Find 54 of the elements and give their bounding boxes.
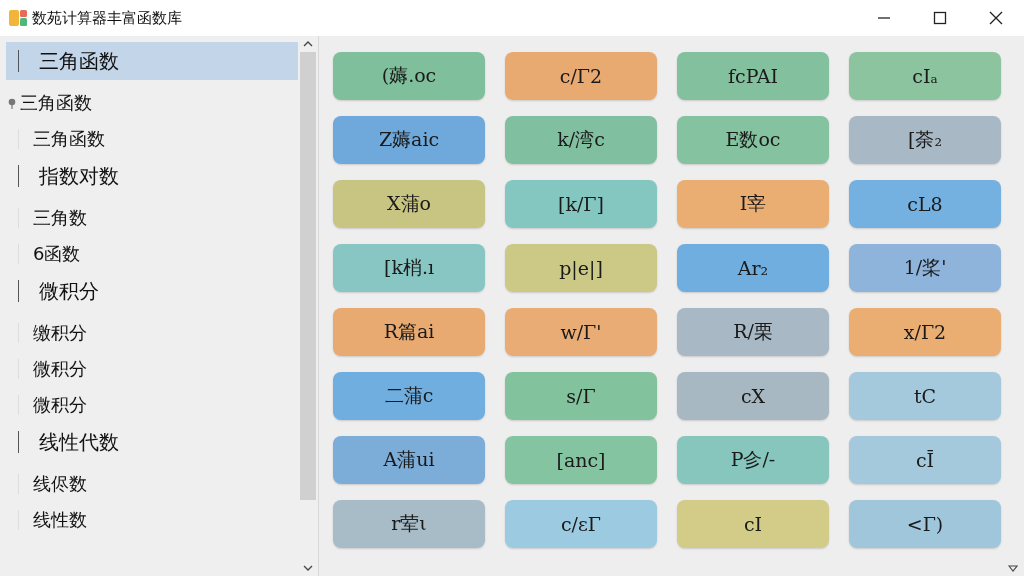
- function-button[interactable]: cĪ: [849, 436, 1001, 484]
- subcategory-item[interactable]: 缴积分: [6, 315, 298, 351]
- function-button[interactable]: k/湾c: [505, 116, 657, 164]
- function-button[interactable]: cI: [677, 500, 829, 548]
- category-item[interactable]: 微积分: [6, 272, 298, 310]
- function-button[interactable]: r荤ι: [333, 500, 485, 548]
- scroll-down-icon[interactable]: [303, 564, 313, 572]
- subcategory-item[interactable]: 三角函数: [6, 85, 298, 121]
- category-item[interactable]: 线性代数: [6, 423, 298, 461]
- function-button[interactable]: [荼₂: [849, 116, 1001, 164]
- category-item[interactable]: 指数对数: [6, 157, 298, 195]
- function-button[interactable]: X蒲o: [333, 180, 485, 228]
- subcategory-item[interactable]: 微积分: [6, 351, 298, 387]
- scroll-down-icon[interactable]: [1008, 564, 1018, 572]
- function-button[interactable]: (薅.oc: [333, 52, 485, 100]
- function-button[interactable]: 二蒲c: [333, 372, 485, 420]
- function-button[interactable]: cX: [677, 372, 829, 420]
- function-button[interactable]: I宰: [677, 180, 829, 228]
- function-button[interactable]: s/Γ: [505, 372, 657, 420]
- function-button[interactable]: E数oc: [677, 116, 829, 164]
- close-icon: [989, 11, 1003, 25]
- app-logo-icon: [8, 8, 28, 28]
- function-button[interactable]: p|e|]: [505, 244, 657, 292]
- function-button[interactable]: [k/Γ]: [505, 180, 657, 228]
- function-button[interactable]: R/栗: [677, 308, 829, 356]
- function-button[interactable]: w/Γ': [505, 308, 657, 356]
- subcategory-item[interactable]: 6函数: [6, 236, 298, 272]
- category-item[interactable]: 三角函数: [6, 42, 298, 80]
- function-button[interactable]: [k梢.ı: [333, 244, 485, 292]
- function-button[interactable]: R篇ai: [333, 308, 485, 356]
- function-button[interactable]: tC: [849, 372, 1001, 420]
- subcategory-item[interactable]: 微积分: [6, 387, 298, 423]
- function-button[interactable]: [anc]: [505, 436, 657, 484]
- function-button[interactable]: x/Γ2: [849, 308, 1001, 356]
- function-button[interactable]: Z薅aic: [333, 116, 485, 164]
- subcategory-item[interactable]: 线性数: [6, 502, 298, 538]
- function-button[interactable]: 1/桨': [849, 244, 1001, 292]
- function-button[interactable]: A蒲ui: [333, 436, 485, 484]
- function-button[interactable]: <Γ): [849, 500, 1001, 548]
- function-button[interactable]: Ar₂: [677, 244, 829, 292]
- function-button[interactable]: c/εΓ: [505, 500, 657, 548]
- maximize-icon: [933, 11, 947, 25]
- function-button[interactable]: c/Γ2: [505, 52, 657, 100]
- pin-icon: [8, 97, 16, 109]
- subcategory-item[interactable]: 线侭数: [6, 466, 298, 502]
- window-title: 数苑计算器丰富函数库: [32, 8, 182, 28]
- subcategory-item[interactable]: 三角函数: [6, 121, 298, 157]
- subcategory-item[interactable]: 三角数: [6, 200, 298, 236]
- scrollbar-thumb[interactable]: [300, 52, 316, 500]
- function-button[interactable]: fcPAI: [677, 52, 829, 100]
- function-button[interactable]: cIₐ: [849, 52, 1001, 100]
- function-button[interactable]: P㐱/-: [677, 436, 829, 484]
- scroll-up-icon[interactable]: [303, 40, 313, 48]
- function-button[interactable]: cL8: [849, 180, 1001, 228]
